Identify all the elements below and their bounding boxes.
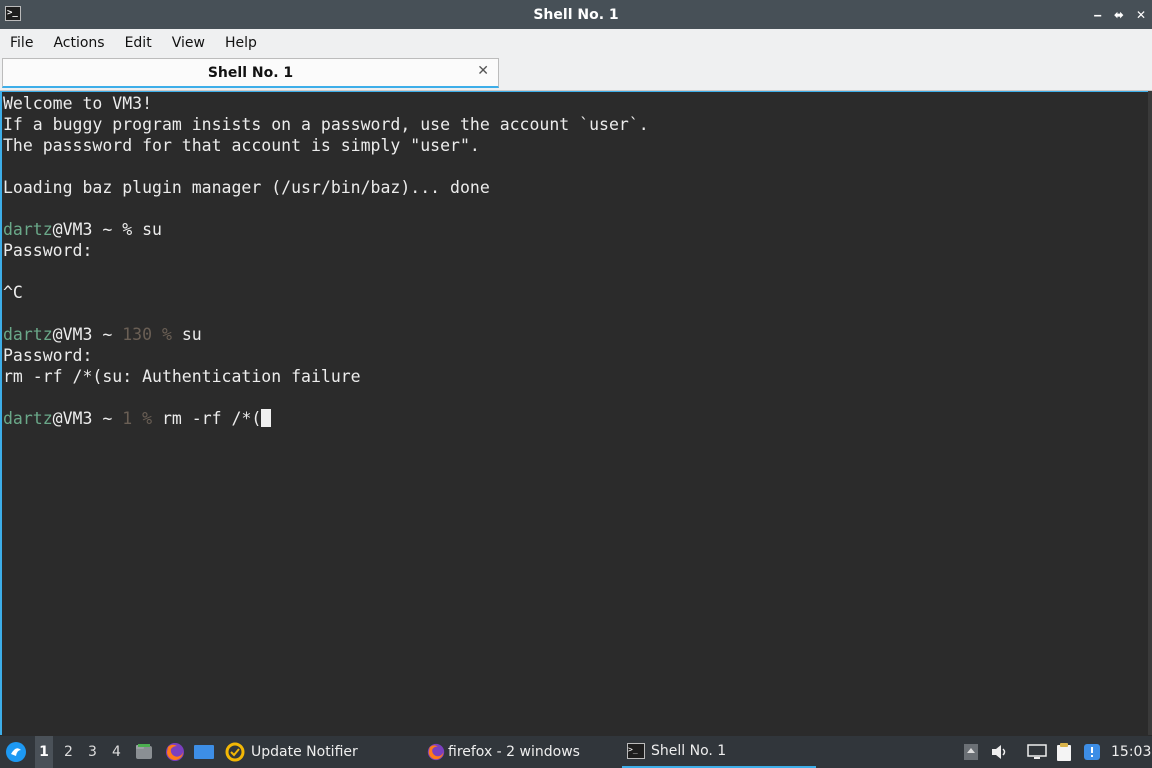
terminal-line: rm -rf /*(su: Authentication failure (3, 367, 361, 386)
terminal-prompt-line: dartz@VM3 ~ 130 % su (3, 324, 649, 345)
task-label: Update Notifier (251, 744, 358, 760)
menu-actions[interactable]: Actions (43, 35, 114, 51)
clock[interactable]: 15:03 (1111, 736, 1151, 768)
tab-label: Shell No. 1 (207, 64, 294, 81)
tab-bar: Shell No. 1 ✕ (0, 56, 1152, 91)
desktop-1[interactable]: 1 (35, 736, 53, 768)
close-button[interactable]: ✕ (1136, 8, 1146, 22)
terminal-output[interactable]: Welcome to VM3! If a buggy program insis… (0, 91, 1148, 735)
network-button[interactable] (1026, 736, 1048, 768)
firefox-icon (427, 743, 445, 761)
task-update-notifier[interactable]: Update Notifier (225, 736, 358, 768)
chevron-up-icon (964, 744, 978, 760)
desktop-2[interactable]: 2 (64, 736, 73, 768)
task-firefox[interactable]: firefox - 2 windows (426, 736, 580, 768)
menu-edit[interactable]: Edit (115, 35, 162, 51)
terminal-line: Loading baz plugin manager (/usr/bin/baz… (3, 178, 490, 197)
update-notifier-icon (225, 742, 245, 762)
firefox-launcher[interactable] (164, 736, 186, 768)
prompt-host: @VM3 ~ (52, 325, 123, 344)
show-desktop-button[interactable] (193, 736, 215, 768)
start-menu-button[interactable] (4, 736, 28, 768)
volume-button[interactable] (990, 736, 1010, 768)
prompt-user: dartz (3, 220, 53, 239)
network-icon (1027, 744, 1047, 759)
restore-button[interactable]: ⬌ (1114, 8, 1124, 22)
folder-icon (136, 744, 152, 759)
clipboard-icon (1057, 743, 1071, 761)
tab-shell-1[interactable]: Shell No. 1 ✕ (2, 58, 499, 88)
terminal-scrollbar[interactable] (1148, 91, 1152, 735)
menu-file[interactable]: File (0, 35, 43, 51)
task-label: firefox - 2 windows (448, 744, 580, 760)
prompt-user: dartz (3, 325, 53, 344)
minimize-button[interactable]: ‒ (1094, 8, 1102, 22)
window-titlebar[interactable]: >_ Shell No. 1 ‒ ⬌ ✕ (0, 0, 1152, 29)
task-shell[interactable]: >_ Shell No. 1 (622, 736, 816, 768)
terminal-icon: >_ (627, 743, 645, 759)
terminal-line: The passsword for that account is simply… (3, 136, 480, 155)
prompt-host: @VM3 ~ (52, 409, 123, 428)
menu-view[interactable]: View (162, 35, 215, 51)
clipboard-button[interactable] (1054, 736, 1074, 768)
start-menu-icon (6, 742, 26, 762)
text-cursor (261, 409, 272, 427)
task-label: Shell No. 1 (651, 743, 727, 759)
desktop-3[interactable]: 3 (88, 736, 97, 768)
terminal-line: If a buggy program insists on a password… (3, 115, 649, 134)
prompt-rest: @VM3 ~ % su (52, 220, 162, 239)
terminal-app-icon[interactable]: >_ (5, 6, 21, 21)
menu-help[interactable]: Help (215, 35, 267, 51)
prompt-command: su (181, 325, 202, 344)
terminal-prompt-line: dartz@VM3 ~ 1 % rm -rf /*( (3, 408, 649, 429)
prompt-exit-code: 1 % (122, 409, 162, 428)
prompt-exit-code: 130 % (122, 325, 182, 344)
tray-expand-button[interactable] (963, 736, 979, 768)
terminal-line: Password: (3, 346, 93, 365)
window-controls: ‒ ⬌ ✕ (1094, 0, 1146, 29)
desktop: >_ Shell No. 1 ‒ ⬌ ✕ File Actions Edit V… (0, 0, 1152, 768)
tab-close-icon[interactable]: ✕ (477, 63, 489, 79)
taskbar: 1 2 3 4 Update Notifier firefox - 2 wind… (0, 736, 1152, 768)
prompt-user: dartz (3, 409, 53, 428)
speaker-icon (992, 745, 1006, 759)
menu-bar: File Actions Edit View Help (0, 29, 1152, 56)
notification-icon (1084, 744, 1100, 760)
file-manager-launcher[interactable] (134, 736, 154, 768)
terminal-line: ^C (3, 283, 23, 302)
desktop-4[interactable]: 4 (112, 736, 121, 768)
terminal-prompt-line: dartz@VM3 ~ % su (3, 219, 649, 240)
prompt-command: rm -rf /*( (161, 409, 262, 428)
desktop-icon (194, 745, 214, 759)
terminal-line: Welcome to VM3! (3, 94, 153, 113)
terminal-line: Password: (3, 241, 93, 260)
window-title: Shell No. 1 (533, 6, 619, 23)
firefox-icon (166, 743, 184, 761)
notifications-button[interactable] (1082, 736, 1102, 768)
